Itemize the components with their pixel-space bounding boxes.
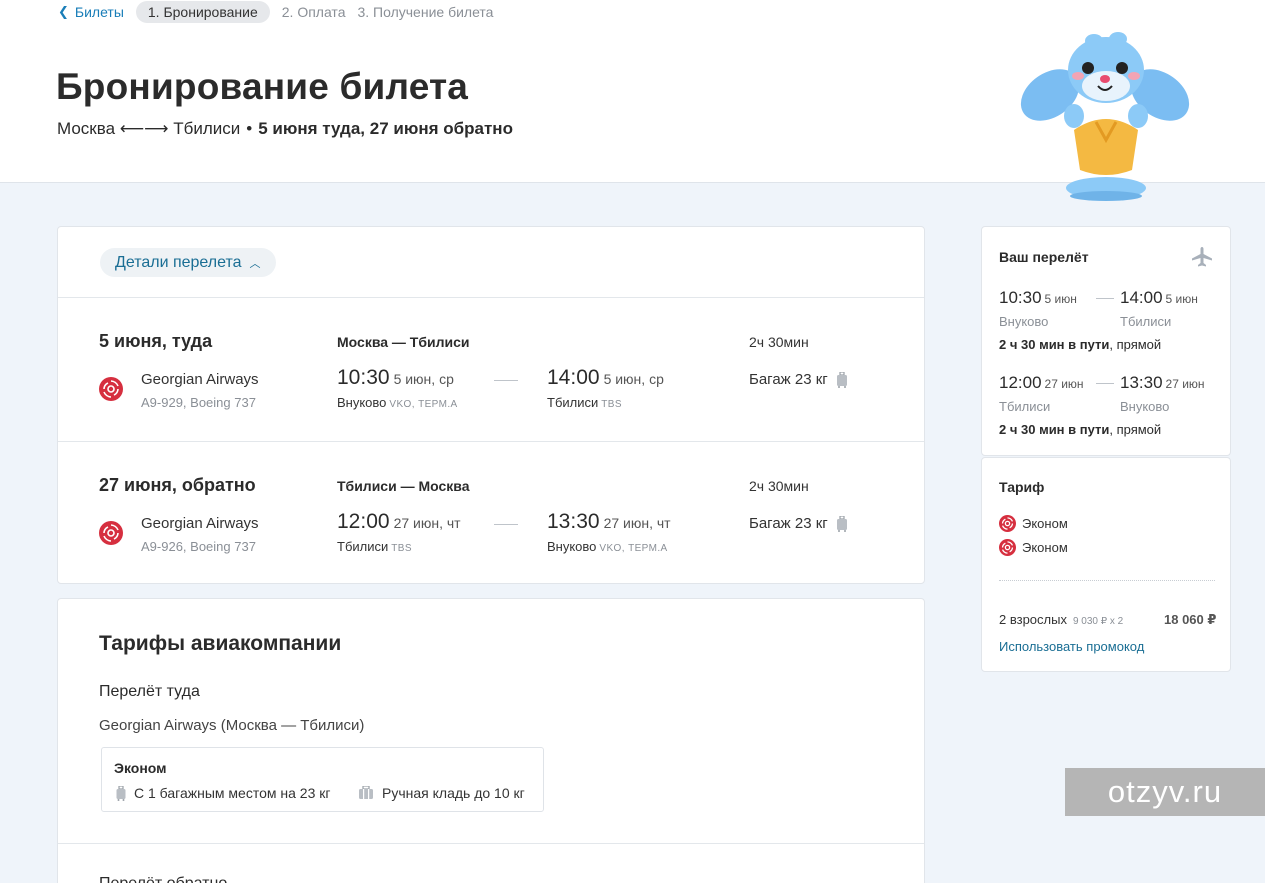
step-booking: 1. Бронирование	[135, 1, 270, 23]
suitcase-icon	[116, 785, 126, 801]
departure-airport: Тбилиси TBS	[337, 539, 412, 554]
arrival-time: 13:30 27 июн, чт	[547, 510, 671, 533]
step-payment: 2. Оплата	[281, 4, 346, 20]
airline-tariffs-card: Тарифы авиакомпании Перелёт туда Georgia…	[57, 598, 925, 883]
segment-route: Тбилиси — Москва	[337, 478, 470, 494]
your-flight-summary: Ваш перелёт 10:30 5 июн 14:00 5 июн Внуков…	[981, 226, 1231, 456]
flight-details-card: Детали перелета ︿ 5 июня, туда Москва — …	[57, 226, 925, 584]
arrival-airport: Внуково VKO, ТЕРМ.A	[547, 539, 668, 554]
baggage-info: Багаж 23 кг	[749, 371, 848, 388]
airline-name: Georgian Airways	[141, 515, 259, 532]
segment-duration: 2ч 30мин	[749, 478, 809, 494]
suitcase-icon	[836, 515, 847, 532]
flight-number: A9-926, Boeing 737	[141, 539, 256, 554]
hand-luggage-icon	[359, 786, 373, 799]
summary-title: Ваш перелёт	[999, 249, 1089, 265]
step-receive-ticket: 3. Получение билета	[357, 4, 494, 20]
summary-arr-airport: Тбилиси	[1120, 314, 1172, 329]
summary-arr-time: 14:00 5 июн	[1120, 288, 1198, 307]
divider	[58, 843, 924, 844]
fare-item: Эконом	[999, 539, 1068, 556]
summary-arr-time: 13:30 27 июн	[1120, 373, 1205, 392]
route-dates: 5 июня туда, 27 июня обратно	[258, 119, 513, 138]
fare-summary-card: Тариф Эконом Эконом 2 взрослых 9 030 ₽ x …	[981, 457, 1231, 672]
outbound-airline: Georgian Airways (Москва — Тбилиси)	[99, 717, 365, 734]
tariffs-title: Тарифы авиакомпании	[99, 632, 342, 655]
bunny-mascot-icon	[1020, 32, 1190, 201]
summary-duration: 2 ч 30 мин в пути, прямой	[999, 337, 1162, 352]
georgian-airways-logo-icon	[99, 521, 123, 545]
dotted-divider	[999, 580, 1215, 581]
time-separator	[1096, 383, 1114, 384]
georgian-airways-logo-icon	[99, 377, 123, 401]
segment-date: 27 июня, обратно	[99, 475, 256, 495]
chevron-up-icon: ︿	[249, 257, 261, 270]
fare-summary-title: Тариф	[999, 479, 1045, 495]
fare-option-economy[interactable]: Эконом С 1 багажным местом на 23 кг Ручн…	[101, 747, 544, 812]
georgian-airways-logo-icon	[999, 539, 1016, 556]
watermark: otzyv.ru	[1065, 768, 1265, 816]
baggage-info: Багаж 23 кг	[749, 515, 848, 532]
time-separator	[494, 380, 518, 381]
summary-dep-time: 12:00 27 июн	[999, 373, 1084, 392]
summary-dep-airport: Внуково	[999, 314, 1049, 329]
airplane-icon	[1192, 247, 1212, 267]
fare-name: Эконом	[114, 760, 167, 776]
outbound-label: Перелёт туда	[99, 683, 200, 700]
departure-airport: Внуково VKO, ТЕРМ.A	[337, 395, 458, 410]
segment-outbound: 5 июня, туда Москва — Тбилиси 2ч 30мин G…	[58, 298, 924, 438]
fare-hand-luggage: Ручная кладь до 10 кг	[358, 785, 525, 801]
summary-arr-airport: Внуково	[1120, 399, 1170, 414]
summary-dep-airport: Тбилиси	[999, 399, 1051, 414]
suitcase-icon	[836, 371, 847, 388]
chevron-left-icon: ❮	[58, 4, 69, 19]
breadcrumb: ❮ Билеты 1. Бронирование 2. Оплата 3. По…	[58, 0, 505, 24]
return-label: Перелёт обратно	[99, 875, 227, 883]
total-price: 18 060 ₽	[1164, 612, 1217, 627]
arrival-airport: Тбилиси TBS	[547, 395, 622, 410]
departure-time: 12:00 27 июн, чт	[337, 510, 461, 533]
fare-baggage: С 1 багажным местом на 23 кг	[116, 785, 331, 801]
time-separator	[494, 524, 518, 525]
segment-route: Москва — Тбилиси	[337, 334, 470, 350]
flight-details-toggle[interactable]: Детали перелета ︿	[100, 248, 276, 277]
segment-return: 27 июня, обратно Тбилиси — Москва 2ч 30м…	[58, 442, 924, 582]
time-separator	[1096, 298, 1114, 299]
summary-duration: 2 ч 30 мин в пути, прямой	[999, 422, 1162, 437]
route-cities: Москва ⟵⟶ Тбилиси	[57, 119, 241, 138]
segment-date: 5 июня, туда	[99, 331, 213, 351]
georgian-airways-logo-icon	[999, 515, 1016, 532]
route-summary: Москва ⟵⟶ Тбилиси • 5 июня туда, 27 июня о…	[57, 119, 513, 138]
fare-item: Эконом	[999, 515, 1068, 532]
departure-time: 10:30 5 июн, ср	[337, 366, 454, 389]
page-title: Бронирование билета	[56, 66, 469, 107]
back-link[interactable]: ❮ Билеты	[58, 4, 124, 20]
page-header: ❮ Билеты 1. Бронирование 2. Оплата 3. По…	[0, 0, 1265, 201]
airline-name: Georgian Airways	[141, 371, 259, 388]
arrival-time: 14:00 5 июн, ср	[547, 366, 664, 389]
flight-number: A9-929, Boeing 737	[141, 395, 256, 410]
passenger-count: 2 взрослых 9 030 ₽ x 2	[999, 612, 1124, 627]
segment-duration: 2ч 30мин	[749, 334, 809, 350]
summary-dep-time: 10:30 5 июн	[999, 288, 1077, 307]
promo-code-link[interactable]: Использовать промокод	[999, 639, 1144, 654]
